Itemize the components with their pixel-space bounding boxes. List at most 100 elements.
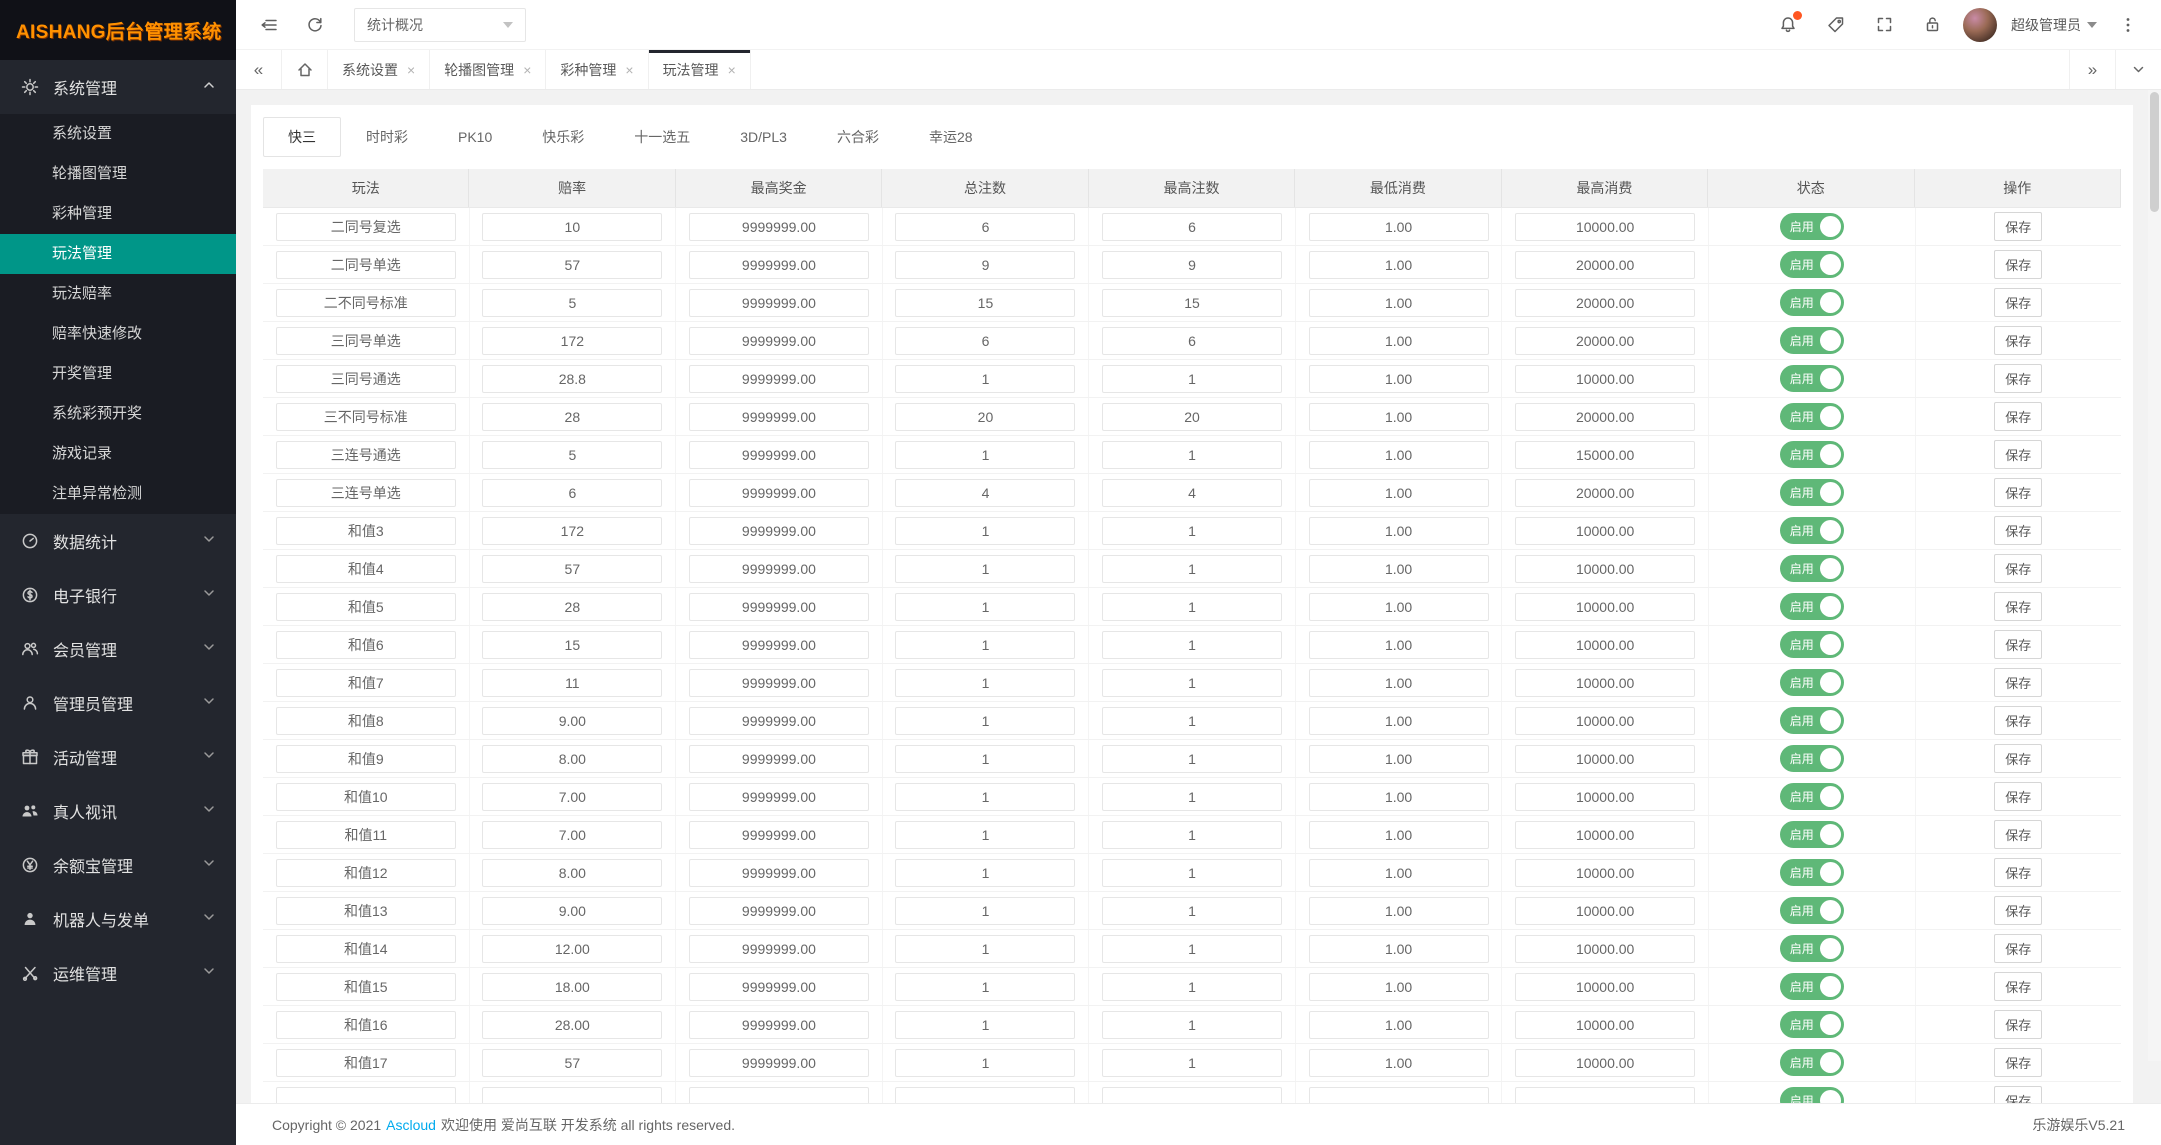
status-toggle[interactable]: 启用 [1780, 783, 1844, 810]
odds-input[interactable] [482, 517, 662, 545]
play-name-input[interactable] [276, 365, 456, 393]
status-toggle[interactable]: 启用 [1780, 1087, 1844, 1103]
min-cost-input[interactable] [1309, 783, 1489, 811]
min-cost-input[interactable] [1309, 517, 1489, 545]
status-toggle[interactable]: 启用 [1780, 327, 1844, 354]
status-toggle[interactable]: 启用 [1780, 859, 1844, 886]
max-cost-input[interactable] [1515, 213, 1695, 241]
game-tab[interactable]: 快三 [263, 117, 341, 157]
max-bets-input[interactable] [1102, 783, 1282, 811]
max-cost-input[interactable] [1515, 973, 1695, 1001]
save-button[interactable]: 保存 [1994, 896, 2042, 925]
nav-select[interactable]: 统计概况 [354, 8, 526, 42]
sidebar-item-admin-management[interactable]: 管理员管理 [0, 676, 236, 730]
max-prize-input[interactable] [689, 783, 869, 811]
close-icon[interactable]: × [407, 62, 415, 78]
max-prize-input[interactable] [689, 707, 869, 735]
max-bets-input[interactable] [1102, 1087, 1282, 1104]
odds-input[interactable] [482, 859, 662, 887]
save-button[interactable]: 保存 [1994, 820, 2042, 849]
status-toggle[interactable]: 启用 [1780, 479, 1844, 506]
refresh-icon[interactable] [298, 8, 332, 42]
save-button[interactable]: 保存 [1994, 630, 2042, 659]
max-prize-input[interactable] [689, 973, 869, 1001]
max-bets-input[interactable] [1102, 1011, 1282, 1039]
save-button[interactable]: 保存 [1994, 858, 2042, 887]
min-cost-input[interactable] [1309, 745, 1489, 773]
total-bets-input[interactable] [895, 821, 1075, 849]
save-button[interactable]: 保存 [1994, 288, 2042, 317]
play-name-input[interactable] [276, 213, 456, 241]
game-tab[interactable]: 幸运28 [904, 117, 998, 157]
save-button[interactable]: 保存 [1994, 592, 2042, 621]
sidebar-subitem[interactable]: 开奖管理 [0, 354, 236, 394]
odds-input[interactable] [482, 897, 662, 925]
save-button[interactable]: 保存 [1994, 516, 2042, 545]
total-bets-input[interactable] [895, 859, 1075, 887]
close-icon[interactable]: × [523, 62, 531, 78]
max-cost-input[interactable] [1515, 479, 1695, 507]
nav-tab[interactable]: 轮播图管理 × [430, 50, 546, 89]
total-bets-input[interactable] [895, 1049, 1075, 1077]
max-bets-input[interactable] [1102, 517, 1282, 545]
max-cost-input[interactable] [1515, 669, 1695, 697]
max-cost-input[interactable] [1515, 593, 1695, 621]
status-toggle[interactable]: 启用 [1780, 821, 1844, 848]
max-bets-input[interactable] [1102, 973, 1282, 1001]
max-bets-input[interactable] [1102, 669, 1282, 697]
max-prize-input[interactable] [689, 1049, 869, 1077]
min-cost-input[interactable] [1309, 935, 1489, 963]
odds-input[interactable] [482, 213, 662, 241]
min-cost-input[interactable] [1309, 1011, 1489, 1039]
play-name-input[interactable] [276, 935, 456, 963]
game-tab[interactable]: 快乐彩 [517, 117, 609, 157]
sidebar-subitem[interactable]: 赔率快速修改 [0, 314, 236, 354]
save-button[interactable]: 保存 [1994, 554, 2042, 583]
play-name-input[interactable] [276, 251, 456, 279]
max-cost-input[interactable] [1515, 555, 1695, 583]
max-bets-input[interactable] [1102, 707, 1282, 735]
min-cost-input[interactable] [1309, 631, 1489, 659]
max-prize-input[interactable] [689, 517, 869, 545]
total-bets-input[interactable] [895, 289, 1075, 317]
max-prize-input[interactable] [689, 213, 869, 241]
max-cost-input[interactable] [1515, 783, 1695, 811]
min-cost-input[interactable] [1309, 821, 1489, 849]
total-bets-input[interactable] [895, 1087, 1075, 1104]
max-cost-input[interactable] [1515, 1087, 1695, 1104]
max-cost-input[interactable] [1515, 517, 1695, 545]
play-name-input[interactable] [276, 593, 456, 621]
game-tab[interactable]: 六合彩 [812, 117, 904, 157]
min-cost-input[interactable] [1309, 1087, 1489, 1104]
sidebar-item-yuebao-management[interactable]: 余额宝管理 [0, 838, 236, 892]
sidebar-subitem[interactable]: 彩种管理 [0, 194, 236, 234]
max-prize-input[interactable] [689, 327, 869, 355]
odds-input[interactable] [482, 289, 662, 317]
close-icon[interactable]: × [625, 62, 633, 78]
status-toggle[interactable]: 启用 [1780, 593, 1844, 620]
max-prize-input[interactable] [689, 859, 869, 887]
max-bets-input[interactable] [1102, 213, 1282, 241]
odds-input[interactable] [482, 1049, 662, 1077]
total-bets-input[interactable] [895, 365, 1075, 393]
odds-input[interactable] [482, 441, 662, 469]
min-cost-input[interactable] [1309, 327, 1489, 355]
total-bets-input[interactable] [895, 327, 1075, 355]
odds-input[interactable] [482, 1087, 662, 1104]
max-cost-input[interactable] [1515, 365, 1695, 393]
sidebar-subitem[interactable]: 玩法管理 [0, 234, 236, 274]
odds-input[interactable] [482, 479, 662, 507]
play-name-input[interactable] [276, 707, 456, 735]
menu-fold-icon[interactable] [252, 8, 286, 42]
sidebar-item-member-management[interactable]: 会员管理 [0, 622, 236, 676]
sidebar-subitem[interactable]: 轮播图管理 [0, 154, 236, 194]
max-prize-input[interactable] [689, 479, 869, 507]
min-cost-input[interactable] [1309, 365, 1489, 393]
status-toggle[interactable]: 启用 [1780, 973, 1844, 1000]
max-bets-input[interactable] [1102, 555, 1282, 583]
play-name-input[interactable] [276, 631, 456, 659]
odds-input[interactable] [482, 327, 662, 355]
total-bets-input[interactable] [895, 783, 1075, 811]
status-toggle[interactable]: 启用 [1780, 213, 1844, 240]
total-bets-input[interactable] [895, 441, 1075, 469]
